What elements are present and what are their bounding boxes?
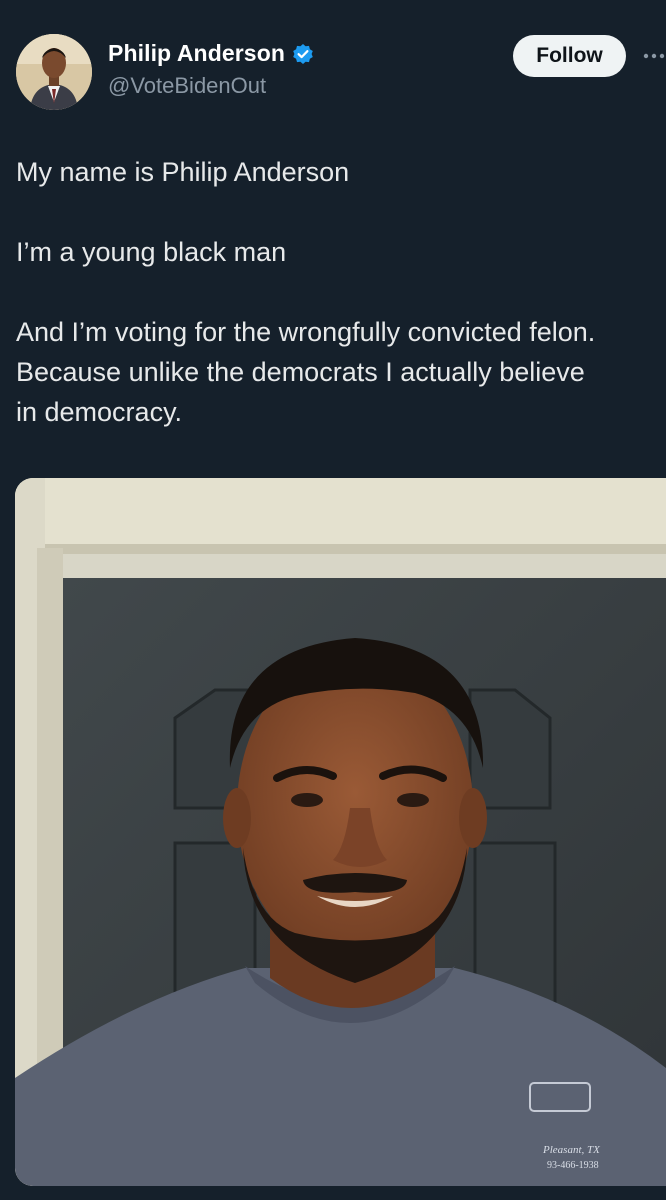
author-name-row: Philip Anderson: [108, 40, 314, 67]
tweet-media-photo[interactable]: Pleasant, TX 93-466-1938: [15, 478, 666, 1186]
verified-badge-icon: [292, 43, 314, 65]
author-display-name[interactable]: Philip Anderson: [108, 40, 285, 67]
tweet-line: in democracy.: [16, 397, 183, 427]
author-avatar[interactable]: [16, 34, 92, 110]
author-handle[interactable]: @VoteBidenOut: [108, 73, 314, 99]
tweet-header: Philip Anderson @VoteBidenOut Follow: [0, 0, 666, 130]
tweet-line: And I’m voting for the wrongfully convic…: [16, 317, 596, 347]
tweet-paragraph: My name is Philip Anderson: [16, 157, 350, 187]
bottom-divider: [0, 1186, 666, 1200]
tweet-paragraph: I’m a young black man: [16, 237, 287, 267]
avatar-image: [16, 34, 92, 110]
shirt-print-line1: Pleasant, TX: [542, 1144, 601, 1156]
tweet-body: My name is Philip Anderson I’m a young b…: [16, 152, 664, 432]
shirt-print-line2: 93-466-1938: [547, 1160, 599, 1171]
photo-image: Pleasant, TX 93-466-1938: [15, 478, 666, 1186]
tweet-line: Because unlike the democrats I actually …: [16, 357, 585, 387]
tweet-paragraph: And I’m voting for the wrongfully convic…: [16, 312, 664, 432]
follow-button[interactable]: Follow: [513, 35, 626, 77]
author-info: Philip Anderson @VoteBidenOut: [108, 40, 314, 99]
more-horizontal-icon[interactable]: [642, 44, 666, 68]
